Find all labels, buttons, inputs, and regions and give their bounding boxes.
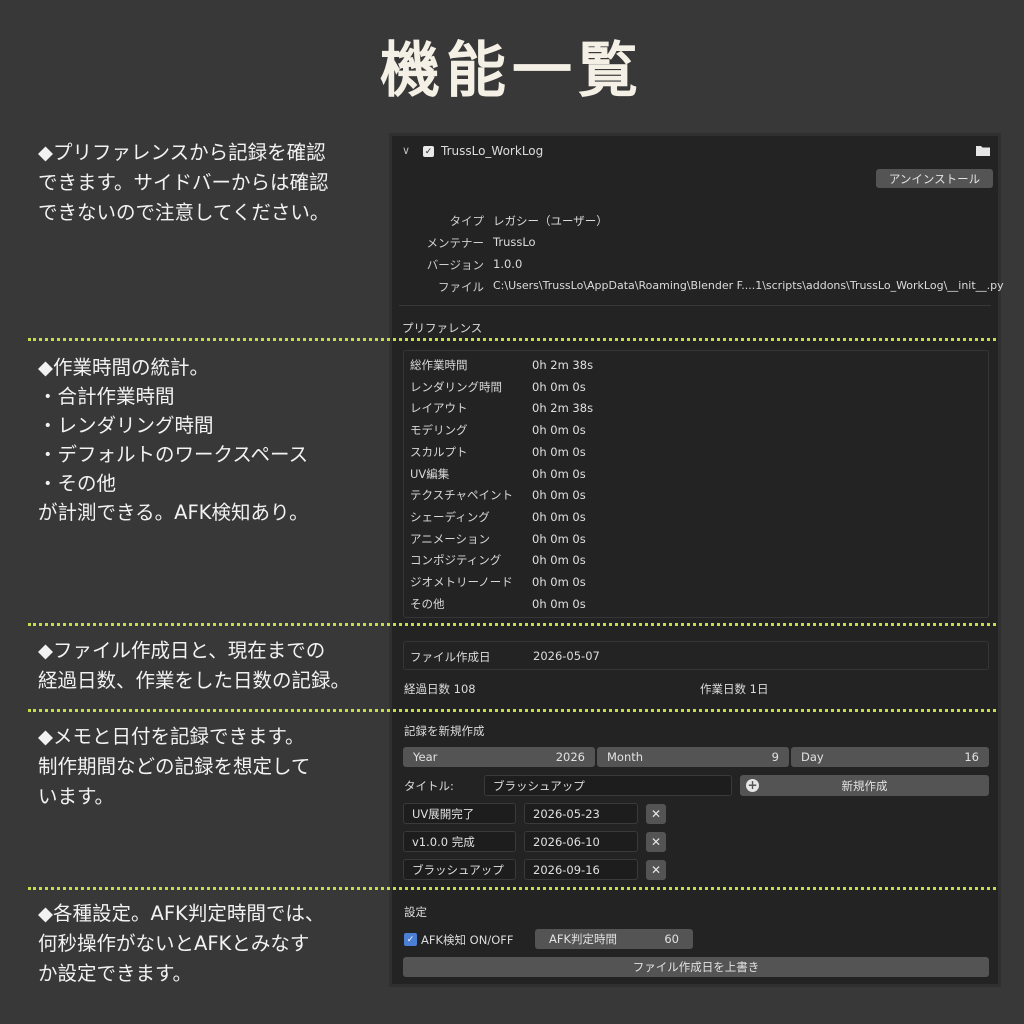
afk-checkbox[interactable]: ✓	[404, 933, 417, 946]
title-label: タイトル:	[404, 779, 454, 793]
info-label: ファイル	[438, 280, 484, 294]
info-label: バージョン	[426, 258, 484, 272]
section-divider	[28, 623, 996, 626]
create-record-button[interactable]: + 新規作成	[740, 775, 989, 796]
settings-heading: 設定	[404, 905, 427, 919]
note-settings: ◆各種設定。AFK判定時間では、 何秒操作がないとAFKとみなす か設定できます…	[38, 902, 325, 985]
info-label: タイプ	[449, 214, 485, 228]
stat-row: ジオメトリーノード 0h 0m 0s	[410, 575, 586, 589]
chevron-down-icon[interactable]: ∨	[402, 144, 410, 157]
elapsed-days: 経過日数 108	[404, 682, 476, 696]
info-value: TrussLo	[493, 235, 536, 249]
overwrite-file-date-button[interactable]: ファイル作成日を上書き	[403, 957, 989, 977]
file-created-value: 2026-05-07	[533, 649, 600, 663]
record-title-input[interactable]: UV展開完了	[403, 803, 516, 824]
uninstall-button[interactable]: アンインストール	[876, 169, 993, 188]
record-title-input[interactable]: v1.0.0 完成	[403, 831, 516, 852]
stat-row: 総作業時間 0h 2m 38s	[410, 358, 594, 372]
record-title-input[interactable]: ブラッシュアップ	[403, 859, 516, 880]
plus-circle-icon: +	[746, 778, 759, 792]
record-date-input[interactable]: 2026-06-10	[524, 831, 638, 852]
stat-row: レイアウト 0h 2m 38s	[410, 401, 594, 416]
stat-row: モデリング 0h 0m 0s	[410, 423, 586, 438]
note-statistics: ◆作業時間の統計。 ・合計作業時間 ・レンダリング時間 ・デフォルトのワークスペ…	[38, 356, 309, 524]
info-value: 1.0.0	[493, 257, 523, 271]
addon-enabled-checkbox[interactable]: ✓	[423, 146, 434, 157]
delete-record-button[interactable]: ✕	[646, 832, 666, 852]
delete-record-button[interactable]: ✕	[646, 860, 666, 880]
info-value: レガシー（ユーザー）	[493, 214, 608, 228]
statistics-box: 総作業時間 0h 2m 38s レンダリング時間 0h 0m 0s レイアウト 0h …	[403, 350, 989, 618]
note-memo: ◆メモと日付を記録できます。 制作期間などの記録を想定して います。	[38, 725, 311, 808]
new-record-heading: 記録を新規作成	[404, 724, 485, 738]
work-days: 作業日数 1日	[700, 682, 769, 696]
section-divider	[28, 887, 996, 890]
file-path-value: C:\Users\TrussLo\AppData\Roaming\Blender…	[493, 279, 1004, 292]
addon-preferences-panel: ∨ ✓ TrussLo_WorkLog アンインストール タイプ レガシー（ユー…	[389, 133, 1004, 987]
file-created-label: ファイル作成日	[410, 650, 491, 664]
preferences-heading: プリファレンス	[402, 321, 483, 335]
page-title: 機能一覧	[380, 36, 644, 106]
stat-row: アニメーション 0h 0m 0s	[410, 531, 586, 546]
separator	[399, 305, 991, 306]
record-date-input[interactable]: 2026-05-23	[524, 803, 638, 824]
stat-row: テクスチャペイント 0h 0m 0s	[410, 488, 586, 503]
section-divider	[28, 338, 996, 341]
stat-row: コンポジティング 0h 0m 0s	[410, 553, 586, 568]
stat-row: シェーディング 0h 0m 0s	[410, 509, 586, 524]
title-input[interactable]: ブラッシュアップ	[484, 775, 732, 796]
stat-row: その他 0h 0m 0s	[410, 596, 586, 611]
info-label: メンテナー	[426, 236, 485, 250]
delete-record-button[interactable]: ✕	[646, 804, 666, 824]
afk-toggle-label: AFK検知 ON/OFF	[421, 933, 514, 947]
file-created-box: ファイル作成日 2026-05-07	[403, 641, 989, 670]
month-field[interactable]: Month 9	[597, 747, 789, 767]
note-file-dates: ◆ファイル作成日と、現在までの 経過日数、作業をした日数の記録。	[38, 639, 351, 692]
stat-row: スカルプト 0h 0m 0s	[410, 444, 586, 459]
afk-time-field[interactable]: AFK判定時間 60	[535, 929, 693, 949]
record-date-input[interactable]: 2026-09-16	[524, 859, 638, 880]
year-field[interactable]: Year 2026	[403, 747, 595, 767]
folder-icon[interactable]	[975, 144, 991, 157]
stat-row: レンダリング時間 0h 0m 0s	[410, 379, 586, 394]
note-preferences: ◆プリファレンスから記録を確認 できます。サイドバーからは確認 できないので注意…	[38, 141, 330, 224]
addon-name: TrussLo_WorkLog	[441, 144, 544, 158]
day-field[interactable]: Day 16	[791, 747, 989, 767]
stat-row: UV編集 0h 0m 0s	[410, 466, 586, 481]
section-divider	[28, 709, 996, 712]
